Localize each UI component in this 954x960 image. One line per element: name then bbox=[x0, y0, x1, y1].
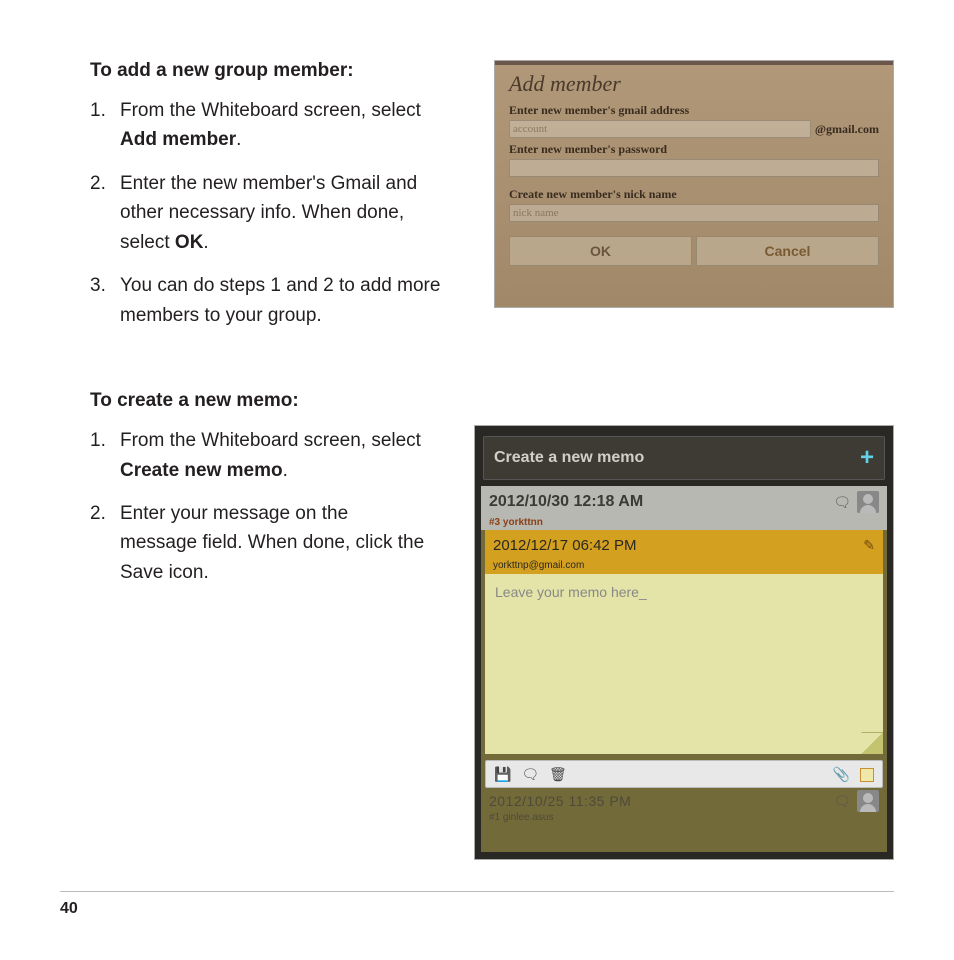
memo-list: 2012/10/30 12:18 AM 🗨 #3 yorkttnn 2012/1… bbox=[481, 486, 887, 852]
step-text: Enter the new member's Gmail and other n… bbox=[120, 173, 417, 253]
memo-timestamp: 2012/10/30 12:18 AM bbox=[489, 493, 643, 511]
dialog-title: Add member bbox=[509, 71, 879, 97]
label-password: Enter new member's password bbox=[509, 142, 879, 157]
avatar-icon bbox=[857, 491, 879, 513]
memo-author: yorkttnp@gmail.com bbox=[485, 560, 883, 574]
step-text: From the Whiteboard screen, select bbox=[120, 100, 421, 121]
step-item: You can do steps 1 and 2 to add more mem… bbox=[90, 271, 450, 330]
page-number: 40 bbox=[60, 891, 894, 918]
steps-list-1: From the Whiteboard screen, select Add m… bbox=[90, 96, 450, 330]
memo-placeholder: Leave your memo here_ bbox=[495, 584, 647, 600]
comment-icon[interactable]: 🗨 bbox=[833, 793, 851, 810]
memo-header-title: Create a new memo bbox=[494, 449, 644, 467]
steps-list-2: From the Whiteboard screen, select Creat… bbox=[90, 426, 430, 587]
add-icon[interactable]: + bbox=[860, 444, 874, 472]
step-bold: OK bbox=[175, 232, 204, 253]
step-text: You can do steps 1 and 2 to add more mem… bbox=[120, 275, 440, 325]
email-suffix: @gmail.com bbox=[815, 122, 879, 137]
memo-row[interactable]: 2012/10/30 12:18 AM 🗨 bbox=[481, 486, 887, 518]
titlebar-decoration bbox=[495, 61, 893, 65]
clip-icon[interactable]: 📎 bbox=[833, 766, 850, 782]
step-item: From the Whiteboard screen, select Creat… bbox=[90, 426, 430, 485]
memo-card-active: 2012/12/17 06:42 PM ✎ yorkttnp@gmail.com… bbox=[485, 530, 883, 754]
screenshot-add-member: Add member Enter new member's gmail addr… bbox=[494, 60, 894, 308]
avatar-icon bbox=[857, 790, 879, 812]
note-color-icon[interactable] bbox=[860, 768, 874, 782]
step-item: Enter the new member's Gmail and other n… bbox=[90, 169, 450, 257]
memo-author: #3 yorkttnn bbox=[481, 518, 887, 530]
memo-timestamp: 2012/12/17 06:42 PM bbox=[493, 537, 636, 554]
step-text-post: . bbox=[203, 232, 208, 253]
cancel-button[interactable]: Cancel bbox=[696, 236, 879, 266]
memo-author: #1 ginlee.asus bbox=[481, 812, 887, 823]
memo-row[interactable]: 2012/12/17 06:42 PM ✎ bbox=[485, 530, 883, 560]
step-item: From the Whiteboard screen, select Add m… bbox=[90, 96, 450, 155]
step-text: Enter your message on the message field.… bbox=[120, 503, 424, 583]
label-email: Enter new member's gmail address bbox=[509, 103, 879, 118]
nickname-field[interactable]: nick name bbox=[509, 204, 879, 222]
section-heading: To create a new memo: bbox=[90, 390, 894, 412]
step-text-post: . bbox=[236, 129, 241, 150]
step-text-post: . bbox=[283, 460, 288, 481]
step-text: From the Whiteboard screen, select bbox=[120, 430, 421, 451]
password-field[interactable] bbox=[509, 159, 879, 177]
email-field[interactable]: account bbox=[509, 120, 811, 138]
step-item: Enter your message on the message field.… bbox=[90, 499, 430, 587]
save-icon[interactable]: 💾 bbox=[494, 766, 511, 782]
memo-header-bar[interactable]: Create a new memo + bbox=[483, 436, 885, 480]
edit-icon[interactable]: ✎ bbox=[863, 537, 875, 554]
trash-icon[interactable]: 🗑 bbox=[549, 766, 567, 782]
page-fold-decoration bbox=[861, 732, 883, 754]
reply-icon[interactable]: 🗨 bbox=[521, 766, 539, 782]
memo-toolbar: 💾 🗨 🗑 📎 bbox=[485, 760, 883, 788]
memo-row[interactable]: 2012/10/25 11:35 PM 🗨 bbox=[481, 788, 887, 812]
screenshot-create-memo: Create a new memo + 2012/10/30 12:18 AM … bbox=[474, 425, 894, 860]
memo-textarea[interactable]: Leave your memo here_ bbox=[485, 574, 883, 754]
comment-icon[interactable]: 🗨 bbox=[833, 494, 851, 511]
step-bold: Create new memo bbox=[120, 460, 283, 481]
ok-button[interactable]: OK bbox=[509, 236, 692, 266]
step-bold: Add member bbox=[120, 129, 236, 150]
label-nickname: Create new member's nick name bbox=[509, 187, 879, 202]
memo-timestamp: 2012/10/25 11:35 PM bbox=[489, 793, 631, 809]
